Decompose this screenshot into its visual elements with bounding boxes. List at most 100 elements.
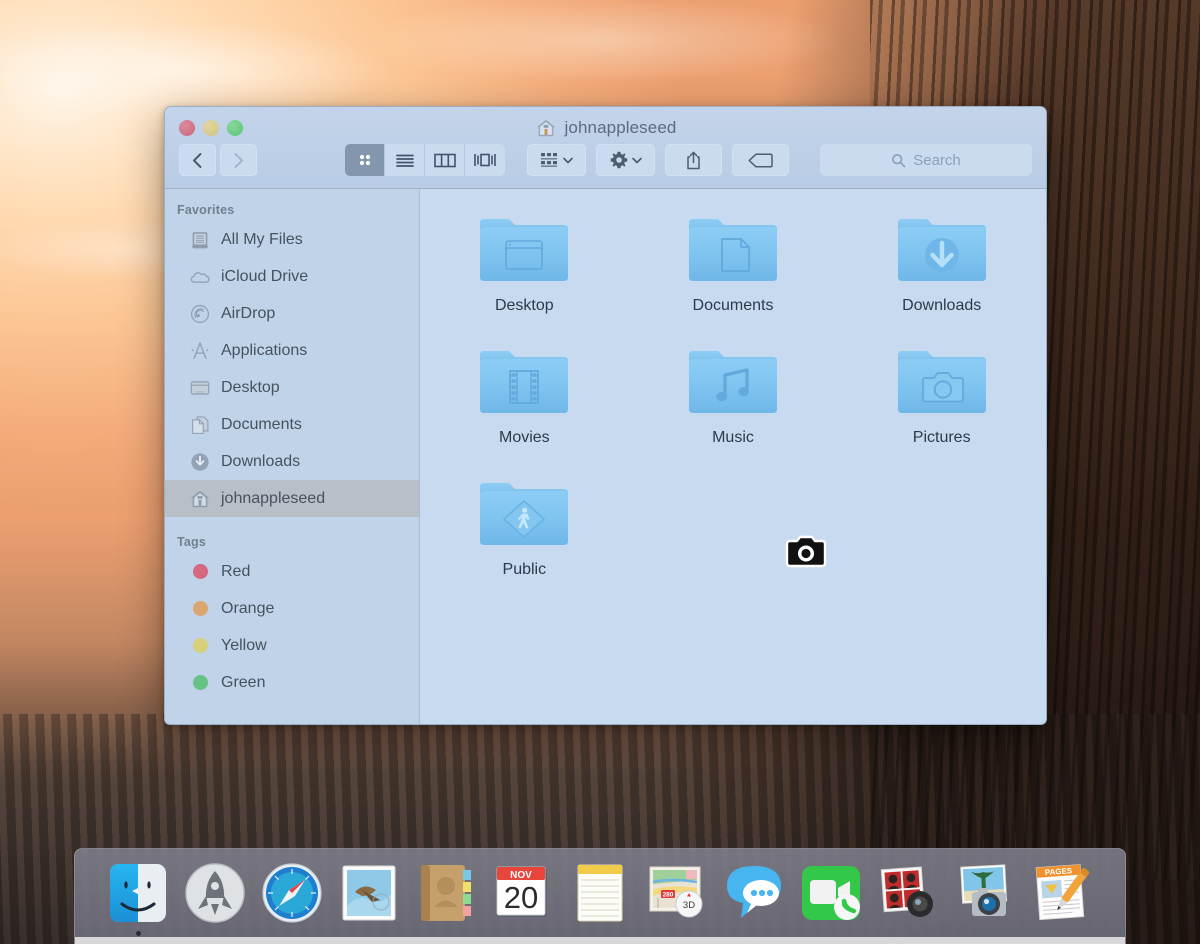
window-body: Favorites All My Files iCloud Drive [165,189,1046,725]
grid-icon [357,152,373,168]
chevron-down-icon [563,157,573,164]
dock-item-safari[interactable] [255,856,329,936]
sidebar-item-label: Applications [221,342,307,360]
notes-icon [567,860,633,926]
folder-desktop-icon [476,211,572,289]
finder-item-downloads[interactable]: Downloads [837,211,1046,315]
finder-icon [105,860,171,926]
dock-item-facetime[interactable] [794,856,868,936]
column-view-button[interactable] [425,144,465,176]
finder-item-label: Pictures [913,429,971,447]
dock-item-contacts[interactable] [409,856,483,936]
finder-item-desktop[interactable]: Desktop [420,211,629,315]
finder-item-pictures[interactable]: Pictures [837,343,1046,447]
finder-sidebar[interactable]: Favorites All My Files iCloud Drive [165,189,420,725]
sidebar-item-documents[interactable]: Documents [165,406,419,443]
sidebar-item-label: Downloads [221,453,300,471]
tag-dot-red-icon [193,564,208,579]
photo-booth-icon [875,860,941,926]
dock-item-notes[interactable] [563,856,637,936]
sidebar-item-icloud-drive[interactable]: iCloud Drive [165,258,419,295]
view-mode-segmented-control[interactable] [345,144,505,176]
gear-icon [610,151,628,169]
sidebar-item-label: Green [221,674,265,692]
sidebar-item-applications[interactable]: Applications [165,332,419,369]
tag-dot-yellow-icon [193,638,208,653]
sidebar-item-tag-orange[interactable]: Orange [165,590,419,627]
dock-running-indicator [136,931,141,936]
dock-item-messages[interactable] [717,856,791,936]
search-placeholder: Search [913,152,961,169]
coverflow-view-button[interactable] [465,144,505,176]
sidebar-item-tag-red[interactable]: Red [165,553,419,590]
search-input[interactable]: Search [820,144,1032,176]
finder-window[interactable]: johnappleseed [164,106,1047,725]
share-button[interactable] [665,144,722,176]
finder-item-label: Movies [499,429,550,447]
calendar-icon: NOV 20 [490,860,556,926]
downloads-icon [189,451,211,473]
finder-item-label: Downloads [902,297,981,315]
iphoto-icon [952,860,1018,926]
sidebar-item-label: All My Files [221,231,303,249]
sidebar-item-label: Red [221,563,250,581]
sidebar-item-airdrop[interactable]: AirDrop [165,295,419,332]
maps-road-number: 280 [663,892,674,899]
all-my-files-icon [189,229,211,251]
facetime-icon [798,860,864,926]
dock-item-mail[interactable] [332,856,406,936]
sidebar-item-all-my-files[interactable]: All My Files [165,221,419,258]
forward-button[interactable] [220,144,257,176]
arrange-icon [540,152,559,168]
dock-item-maps[interactable]: 280 3D [640,856,714,936]
finder-item-label: Documents [693,297,774,315]
window-titlebar[interactable]: johnappleseed [165,107,1046,189]
dock-item-launchpad[interactable] [178,856,252,936]
dock-item-finder[interactable] [101,856,175,936]
back-button[interactable] [179,144,216,176]
folder-music-icon [685,343,781,421]
window-title-text: johnappleseed [565,118,677,138]
icon-view-button[interactable] [345,144,385,176]
launchpad-icon [182,860,248,926]
action-menu-button[interactable] [596,144,655,176]
finder-item-label: Music [712,429,754,447]
dock-item-pages[interactable]: PAGES [1025,856,1099,936]
navigation-buttons [179,144,257,176]
maps-3d-badge: 3D [683,900,695,911]
sidebar-item-johnappleseed[interactable]: johnappleseed [165,480,419,517]
sidebar-item-label: Orange [221,600,274,618]
sidebar-item-tag-green[interactable]: Green [165,664,419,701]
folder-pictures-icon [894,343,990,421]
finder-item-music[interactable]: Music [629,343,838,447]
dock-item-photo-booth[interactable] [871,856,945,936]
sidebar-item-label: iCloud Drive [221,268,308,286]
sidebar-item-label: Documents [221,416,302,434]
arrange-button[interactable] [527,144,586,176]
home-icon [535,117,557,139]
finder-toolbar[interactable]: Search [179,143,1032,177]
finder-item-public[interactable]: Public [420,475,629,579]
finder-item-movies[interactable]: Movies [420,343,629,447]
empty-grid-cell [837,475,1046,579]
edit-tags-button[interactable] [732,144,789,176]
messages-icon [721,860,787,926]
page-title: johnappleseed [165,117,1046,139]
finder-item-documents[interactable]: Documents [629,211,838,315]
sidebar-item-label: Desktop [221,379,280,397]
sidebar-item-tag-yellow[interactable]: Yellow [165,627,419,664]
search-icon [891,153,906,168]
list-view-button[interactable] [385,144,425,176]
tag-dot-orange-icon [193,601,208,616]
columns-icon [434,153,456,168]
finder-item-label: Public [503,561,547,579]
finder-content-area[interactable]: Desktop Documents [420,189,1046,725]
sidebar-item-downloads[interactable]: Downloads [165,443,419,480]
dock[interactable]: NOV 20 280 3D [74,848,1126,944]
desktop-icon [189,377,211,399]
dock-item-iphoto[interactable] [948,856,1022,936]
sidebar-item-label: AirDrop [221,305,275,323]
dock-item-calendar[interactable]: NOV 20 [486,856,560,936]
sidebar-item-desktop[interactable]: Desktop [165,369,419,406]
icon-grid: Desktop Documents [420,211,1046,579]
